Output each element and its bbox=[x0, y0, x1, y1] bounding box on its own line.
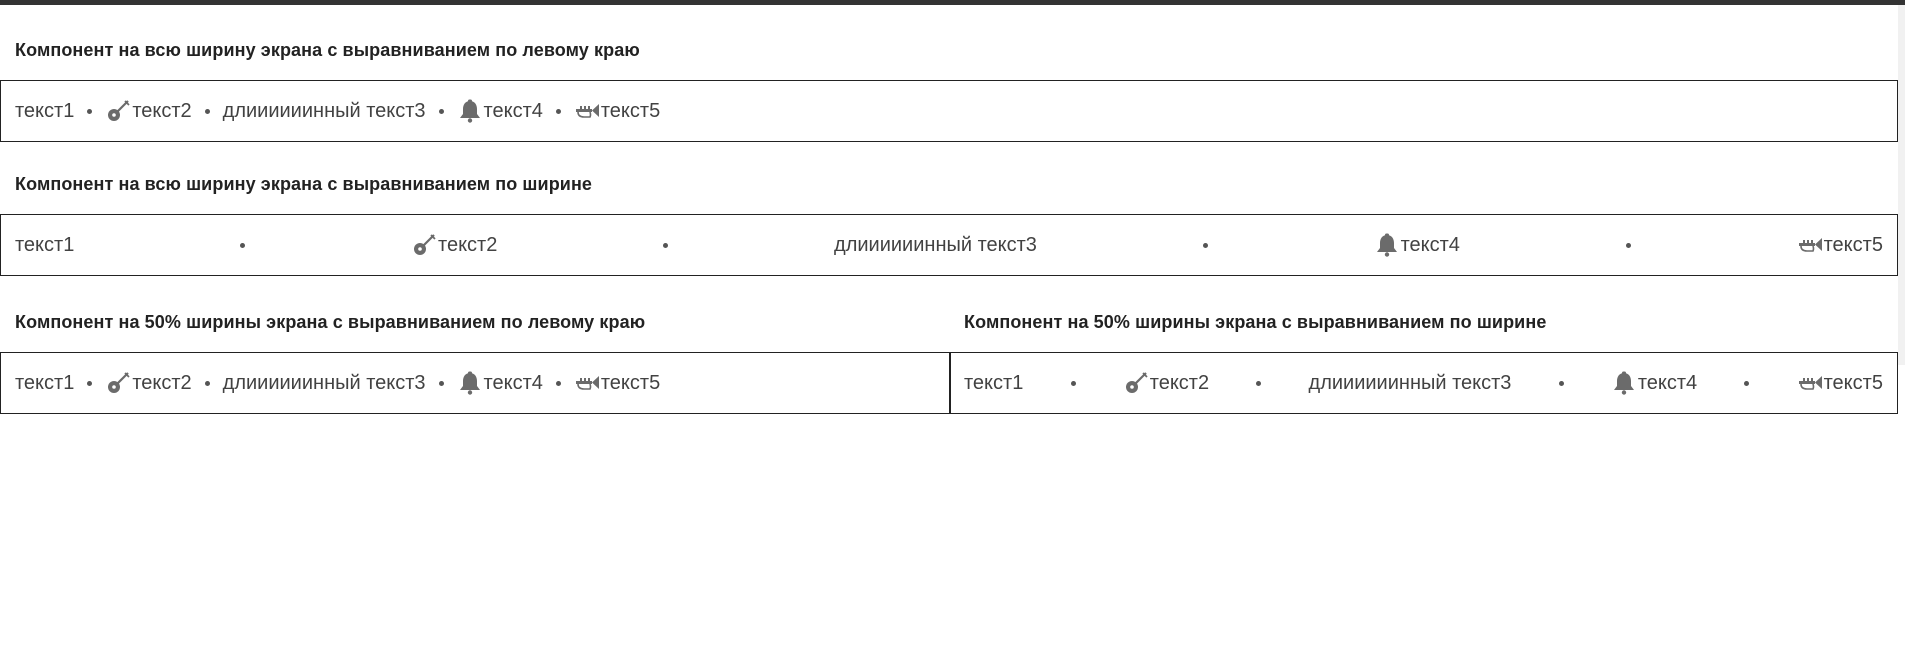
trumpet-icon bbox=[1797, 232, 1823, 258]
separator-dot bbox=[438, 108, 444, 114]
list-item: текст2 bbox=[411, 232, 497, 258]
bell-icon bbox=[457, 98, 483, 124]
item-label: текст2 bbox=[1149, 371, 1210, 394]
separator-dot bbox=[87, 108, 93, 114]
item-label: текст4 bbox=[1400, 233, 1460, 256]
item-label: текст4 bbox=[1637, 371, 1698, 394]
bell-icon bbox=[1374, 232, 1400, 258]
separator-dot bbox=[663, 242, 669, 248]
separator-dot bbox=[438, 380, 444, 386]
item-label: текст2 bbox=[132, 371, 192, 394]
list-item: текст1 bbox=[15, 100, 74, 123]
separator-dot bbox=[204, 380, 210, 386]
list-item: текст4 bbox=[457, 370, 543, 396]
guitar-icon bbox=[1123, 370, 1149, 396]
trumpet-icon bbox=[574, 370, 600, 396]
list-item: текст5 bbox=[574, 98, 660, 124]
list-item: длиииииинный текст3 bbox=[223, 100, 426, 123]
item-label: текст4 bbox=[483, 99, 543, 122]
separator-dot bbox=[1558, 380, 1564, 386]
section-title-half-left: Компонент на 50% ширины экрана с выравни… bbox=[15, 312, 646, 332]
item-label: текст4 bbox=[483, 371, 543, 394]
list-item: текст2 bbox=[105, 98, 192, 124]
list-item: текст5 bbox=[574, 370, 660, 396]
list-item: длиииииинный текст3 bbox=[1309, 372, 1512, 395]
scrollbar-track[interactable] bbox=[1898, 5, 1905, 365]
guitar-icon bbox=[411, 232, 437, 258]
separator-dot bbox=[1744, 380, 1750, 386]
item-label: текст2 bbox=[132, 99, 192, 122]
item-label: текст1 bbox=[15, 233, 75, 256]
item-label: текст1 bbox=[15, 99, 75, 122]
list-item: текст1 bbox=[15, 234, 74, 257]
list-item: текст4 bbox=[1611, 370, 1697, 396]
separator-dot bbox=[1202, 242, 1208, 248]
bell-icon bbox=[1611, 370, 1637, 396]
list-full-left: текст1 текст2 длиииииинный текст3 текст4… bbox=[0, 80, 1898, 142]
top-bar bbox=[0, 0, 1905, 5]
guitar-icon bbox=[105, 370, 131, 396]
separator-dot bbox=[87, 380, 93, 386]
list-item: текст1 bbox=[15, 372, 74, 395]
trumpet-icon bbox=[1797, 370, 1823, 396]
guitar-icon bbox=[105, 98, 131, 124]
list-item: текст4 bbox=[457, 98, 543, 124]
item-label: длиииииинный текст3 bbox=[222, 99, 426, 122]
separator-dot bbox=[555, 380, 561, 386]
section-title-full-left: Компонент на всю ширину экрана с выравни… bbox=[15, 40, 640, 60]
item-label: текст2 bbox=[438, 233, 498, 256]
section-title-full-justify: Компонент на всю ширину экрана с выравни… bbox=[15, 174, 593, 194]
item-label: текст5 bbox=[1823, 371, 1883, 394]
item-label: текст5 bbox=[1823, 233, 1883, 256]
list-item: текст2 bbox=[105, 370, 192, 396]
list-full-justify: текст1 текст2 длиииииинный текст3 текст4… bbox=[0, 214, 1898, 276]
list-half-justify: текст1 текст2 длиииииинный текст3 текст4… bbox=[949, 352, 1898, 414]
separator-dot bbox=[555, 108, 561, 114]
item-label: текст1 bbox=[964, 371, 1024, 394]
list-item: текст2 bbox=[1123, 370, 1209, 396]
trumpet-icon bbox=[574, 98, 600, 124]
list-item: текст5 bbox=[1797, 232, 1883, 258]
list-item: длиииииинный текст3 bbox=[223, 372, 426, 395]
separator-dot bbox=[1625, 242, 1631, 248]
separator-dot bbox=[1256, 380, 1262, 386]
item-label: длиииииинный текст3 bbox=[1308, 371, 1512, 394]
list-item: длиииииинный текст3 bbox=[834, 234, 1037, 257]
bell-icon bbox=[457, 370, 483, 396]
item-label: длиииииинный текст3 bbox=[222, 371, 426, 394]
list-item: текст4 bbox=[1374, 232, 1460, 258]
list-item: текст1 bbox=[964, 372, 1023, 395]
separator-dot bbox=[204, 108, 210, 114]
item-label: длиииииинный текст3 bbox=[834, 233, 1037, 256]
item-label: текст5 bbox=[600, 371, 661, 394]
separator-dot bbox=[240, 242, 246, 248]
item-label: текст5 bbox=[600, 99, 661, 122]
list-item: текст5 bbox=[1797, 370, 1883, 396]
item-label: текст1 bbox=[15, 371, 75, 394]
section-title-half-justify: Компонент на 50% ширины экрана с выравни… bbox=[964, 312, 1547, 332]
list-half-left: текст1 текст2 длиииииинный текст3 текст4… bbox=[0, 352, 951, 414]
separator-dot bbox=[1070, 380, 1076, 386]
